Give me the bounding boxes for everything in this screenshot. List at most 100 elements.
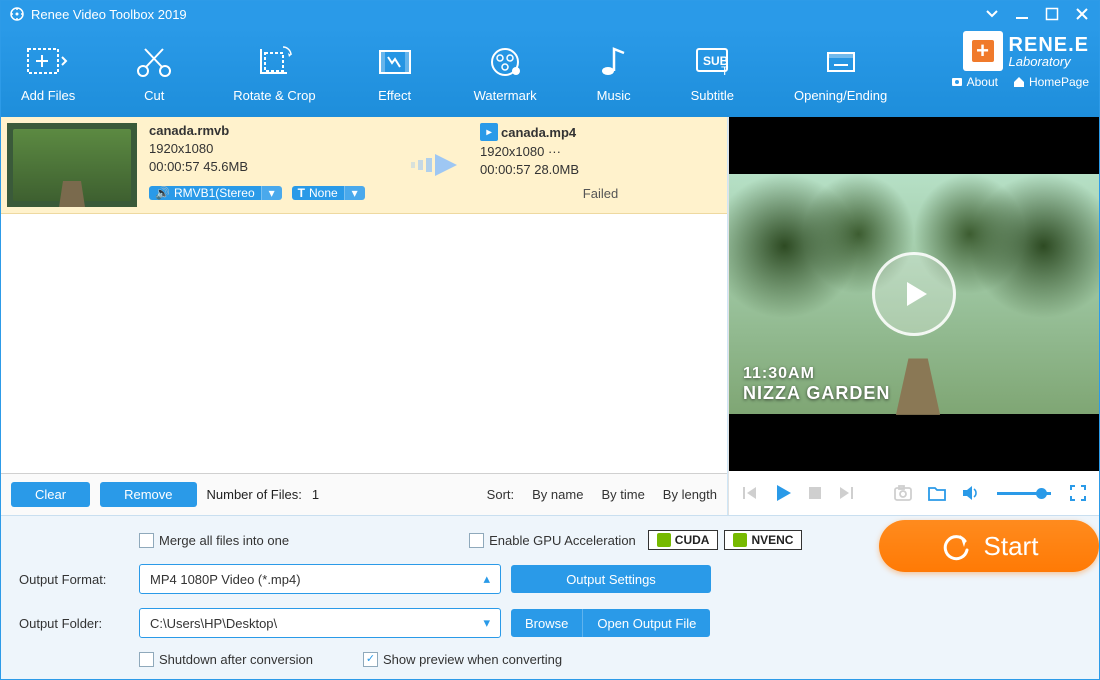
snapshot-button[interactable] xyxy=(893,484,913,502)
subtitle-button[interactable]: SUBT Subtitle xyxy=(691,32,734,112)
bottom-panel: Merge all files into one Enable GPU Acce… xyxy=(1,515,1099,679)
src-filename: canada.rmvb xyxy=(149,123,390,138)
preview-place-overlay: NIZZA GARDEN xyxy=(743,383,890,404)
subtitle-label: Subtitle xyxy=(691,88,734,103)
minimize-icon[interactable] xyxy=(1013,5,1031,23)
nvenc-badge: NVENC xyxy=(724,530,802,550)
brand-line1: RENE.E xyxy=(1009,35,1089,55)
shutdown-checkbox[interactable]: Shutdown after conversion xyxy=(139,652,313,667)
open-output-file-button[interactable]: Open Output File xyxy=(583,609,710,637)
add-files-button[interactable]: Add Files xyxy=(21,32,75,112)
next-button[interactable] xyxy=(837,484,855,502)
browse-button[interactable]: Browse xyxy=(511,609,583,637)
play-overlay-button[interactable] xyxy=(872,252,956,336)
effect-label: Effect xyxy=(378,88,411,103)
brand-line2: Laboratory xyxy=(1009,55,1071,68)
middle-area: canada.rmvb 1920x1080 00:00:57 45.6MB 🔊R… xyxy=(1,117,1099,515)
app-window: Renee Video Toolbox 2019 Add Files Cut R… xyxy=(0,0,1100,680)
close-icon[interactable] xyxy=(1073,5,1091,23)
dst-filename: canada.mp4 xyxy=(501,125,576,140)
opening-ending-icon xyxy=(822,42,860,82)
output-format-value: MP4 1080P Video (*.mp4) xyxy=(150,572,301,587)
chevron-down-icon: ▾ xyxy=(483,615,490,631)
add-files-icon xyxy=(26,42,70,82)
sort-by-length[interactable]: By length xyxy=(663,487,717,502)
file-list-toolbar: Clear Remove Number of Files: 1 Sort: By… xyxy=(1,473,727,515)
nvidia-eye-icon xyxy=(733,533,747,547)
film-effect-icon xyxy=(376,42,414,82)
sort-label: Sort: xyxy=(487,487,514,502)
prev-button[interactable] xyxy=(741,484,759,502)
start-button[interactable]: Start xyxy=(879,520,1099,572)
volume-slider[interactable] xyxy=(997,492,1051,495)
show-preview-checkbox[interactable]: Show preview when converting xyxy=(363,652,562,667)
file-thumbnail xyxy=(7,123,137,207)
output-folder-label: Output Folder: xyxy=(19,616,129,631)
crop-icon xyxy=(255,42,293,82)
audio-track-selector[interactable]: 🔊RMVB1(Stereo ▾ xyxy=(149,181,282,205)
subtitle-t-icon: T xyxy=(298,186,305,200)
volume-icon[interactable] xyxy=(961,484,979,502)
main-toolbar: Add Files Cut Rotate & Crop Effect Water… xyxy=(1,27,1099,117)
speaker-icon: 🔊 xyxy=(155,186,170,200)
sort-by-time[interactable]: By time xyxy=(601,487,644,502)
cuda-badge: CUDA xyxy=(648,530,719,550)
open-folder-button[interactable] xyxy=(927,484,947,502)
file-list: canada.rmvb 1920x1080 00:00:57 45.6MB 🔊R… xyxy=(1,117,728,515)
sort-by-name[interactable]: By name xyxy=(532,487,583,502)
music-label: Music xyxy=(597,88,631,103)
about-link[interactable]: About xyxy=(950,75,998,89)
remove-button[interactable]: Remove xyxy=(100,482,196,507)
music-button[interactable]: Music xyxy=(597,32,631,112)
src-duration-size: 00:00:57 45.6MB xyxy=(149,159,390,174)
titlebar: Renee Video Toolbox 2019 xyxy=(1,1,1099,27)
output-format-combo[interactable]: MP4 1080P Video (*.mp4) ▴ xyxy=(139,564,501,594)
brand-logo-icon: + xyxy=(963,31,1003,71)
cut-button[interactable]: Cut xyxy=(135,32,173,112)
app-title: Renee Video Toolbox 2019 xyxy=(31,7,187,22)
player-controls xyxy=(729,471,1099,515)
chevron-down-icon: ▾ xyxy=(344,186,365,200)
mp4-badge-icon: ▸ xyxy=(480,123,498,141)
chevron-up-icon: ▴ xyxy=(483,571,490,587)
subtitle-track-selector[interactable]: TNone ▾ xyxy=(292,181,365,205)
nvidia-eye-icon xyxy=(657,533,671,547)
music-note-icon xyxy=(598,42,630,82)
svg-text:T: T xyxy=(721,64,729,78)
output-folder-combo[interactable]: C:\Users\HP\Desktop\ ▾ xyxy=(139,608,501,638)
fullscreen-button[interactable] xyxy=(1069,484,1087,502)
rotate-crop-button[interactable]: Rotate & Crop xyxy=(233,32,315,112)
cut-label: Cut xyxy=(144,88,164,103)
watermark-button[interactable]: Watermark xyxy=(474,32,537,112)
opening-ending-label: Opening/Ending xyxy=(794,88,887,103)
start-label: Start xyxy=(984,531,1039,562)
src-resolution: 1920x1080 xyxy=(149,141,390,156)
conversion-arrow-icon xyxy=(390,123,480,207)
play-button[interactable] xyxy=(773,483,793,503)
app-logo-icon xyxy=(9,6,25,22)
output-settings-button[interactable]: Output Settings xyxy=(511,565,711,593)
effect-button[interactable]: Effect xyxy=(376,32,414,112)
watermark-label: Watermark xyxy=(474,88,537,103)
scissors-icon xyxy=(135,42,173,82)
dropdown-window-icon[interactable] xyxy=(983,5,1001,23)
gpu-accel-checkbox[interactable]: Enable GPU Acceleration xyxy=(469,533,636,548)
add-files-label: Add Files xyxy=(21,88,75,103)
output-format-label: Output Format: xyxy=(19,572,129,587)
preview-time-overlay: 11:30AM xyxy=(743,365,890,383)
preview-panel: 11:30AM NIZZA GARDEN xyxy=(728,117,1099,515)
video-preview[interactable]: 11:30AM NIZZA GARDEN xyxy=(729,117,1099,471)
watermark-icon xyxy=(486,42,524,82)
homepage-link[interactable]: HomePage xyxy=(1012,75,1089,89)
clear-button[interactable]: Clear xyxy=(11,482,90,507)
brand-block: + RENE.E Laboratory About HomePage xyxy=(950,31,1089,89)
file-count-value: 1 xyxy=(312,487,319,502)
conversion-status: Failed xyxy=(583,186,618,207)
merge-checkbox[interactable]: Merge all files into one xyxy=(139,533,289,548)
stop-button[interactable] xyxy=(807,485,823,501)
file-row[interactable]: canada.rmvb 1920x1080 00:00:57 45.6MB 🔊R… xyxy=(1,117,727,214)
maximize-icon[interactable] xyxy=(1043,5,1061,23)
subtitle-icon: SUBT xyxy=(693,42,731,82)
opening-ending-button[interactable]: Opening/Ending xyxy=(794,32,887,112)
rotate-crop-label: Rotate & Crop xyxy=(233,88,315,103)
